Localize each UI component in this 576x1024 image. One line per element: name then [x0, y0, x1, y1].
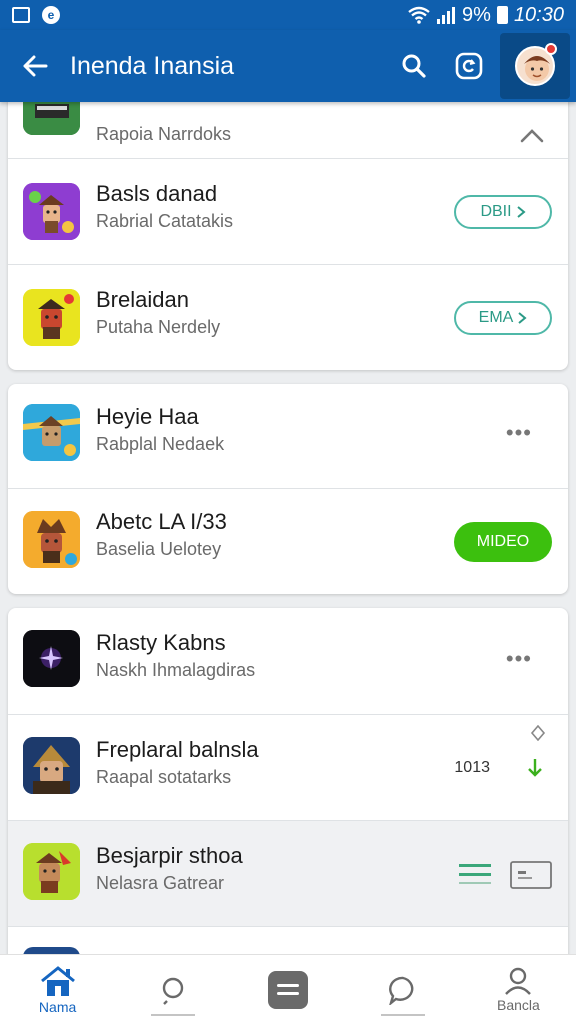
- list-item[interactable]: Besjarpir sthoa Nelasra Gatrear: [8, 820, 568, 926]
- app-icon: [23, 404, 80, 461]
- nav-item-search[interactable]: [115, 955, 230, 1024]
- app-name: Heyie Haa: [96, 404, 199, 429]
- app-name: Besjarpir sthoa: [96, 843, 243, 868]
- open-button[interactable]: EMA: [454, 301, 552, 335]
- list-item[interactable]: Basls danad Rabrial Catatakis DBII: [8, 158, 568, 264]
- nav-underline: [381, 1014, 426, 1016]
- app-icon: [23, 737, 80, 794]
- list-item[interactable]: Rlasty Kabns Naskh Ihmalagdiras •••: [8, 608, 568, 714]
- nav-item-profile[interactable]: Bancla: [461, 955, 576, 1024]
- chevron-right-icon: [518, 312, 527, 324]
- app-list: Rapoia Narrdoks Basls danad Rabrial Cata…: [0, 102, 576, 954]
- list-item[interactable]: Freplaral balnsla Raapal sotatarks 1013: [8, 714, 568, 820]
- app-subtitle: Baselia Uelotey: [96, 539, 222, 559]
- clock: 10:30: [513, 3, 564, 26]
- list-item[interactable]: Heyie Haa Rabplal Nedaek •••: [8, 384, 568, 490]
- nav-item-messages[interactable]: [346, 955, 461, 1024]
- open-button[interactable]: DBII: [454, 195, 552, 229]
- app-icon: [23, 630, 80, 687]
- back-button[interactable]: [0, 30, 70, 102]
- menu-icon: [268, 970, 308, 1009]
- app-group-card: Rlasty Kabns Naskh Ihmalagdiras ••• Frep…: [8, 608, 568, 954]
- nav-underline: [150, 1014, 195, 1016]
- battery-icon: [496, 6, 508, 24]
- app-icon: [23, 511, 80, 568]
- app-icon: [23, 947, 80, 954]
- page-title: Inenda Inansia: [70, 51, 235, 80]
- nav-label: Bancla: [497, 996, 540, 1013]
- nav-label: Nama: [38, 998, 77, 1015]
- app-subtitle: Rabrial Catatakis: [96, 211, 234, 231]
- profile-button[interactable]: [500, 33, 570, 99]
- app-name: Freplaral balnsla: [96, 737, 259, 762]
- arrow-left-icon: [23, 55, 48, 77]
- list-item[interactable]: Abetc LA I/33 Baselia Uelotey MIDEO: [8, 488, 568, 594]
- chevron-up-icon[interactable]: [518, 122, 546, 150]
- more-options-icon[interactable]: •••: [506, 420, 532, 446]
- download-size: 1013: [454, 759, 490, 776]
- video-button[interactable]: MIDEO: [454, 522, 552, 562]
- tablet-icon[interactable]: [510, 861, 552, 889]
- status-bar: e 9% 10:30: [0, 0, 576, 30]
- home-icon: [40, 965, 75, 996]
- chat-icon: [389, 976, 414, 1005]
- app-icon: [23, 183, 80, 240]
- app-icon: [23, 289, 80, 346]
- app-name: Brelaidan: [96, 287, 189, 312]
- app-icon: [23, 102, 80, 135]
- app-subtitle: Raapal sotatarks: [96, 767, 232, 787]
- battery-percent: 9%: [462, 3, 491, 26]
- list-item[interactable]: Rapoia Narrdoks: [8, 102, 568, 158]
- refresh-button[interactable]: [441, 30, 496, 102]
- app-subtitle: Rapoia Narrdoks: [96, 124, 232, 144]
- list-item[interactable]: [8, 926, 568, 954]
- search-button[interactable]: [386, 30, 441, 102]
- app-group-card: Heyie Haa Rabplal Nedaek ••• Abetc LA I/…: [8, 384, 568, 594]
- signal-icon: [437, 7, 456, 24]
- button-label: DBII: [480, 203, 512, 220]
- chevron-right-icon: [516, 206, 526, 218]
- button-label: MIDEO: [476, 533, 530, 550]
- person-icon: [505, 967, 532, 995]
- download-icon[interactable]: [526, 757, 544, 779]
- queue-list-icon[interactable]: [458, 861, 492, 887]
- app-name: Rlasty Kabns: [96, 630, 226, 655]
- app-subtitle: Nelasra Gatrear: [96, 873, 225, 893]
- more-options-icon[interactable]: •••: [506, 646, 532, 672]
- wifi-icon: [408, 6, 430, 24]
- app-notification-icon: e: [42, 6, 60, 24]
- app-subtitle: Putaha Nerdely: [96, 317, 221, 337]
- button-label: EMA: [478, 309, 514, 326]
- refresh-icon: [455, 52, 482, 80]
- app-name: Abetc LA I/33: [96, 509, 227, 534]
- app-bar: Inenda Inansia: [0, 30, 576, 102]
- nav-item-library[interactable]: [230, 955, 345, 1024]
- app-subtitle: Naskh Ihmalagdiras: [96, 660, 256, 680]
- info-icon: [530, 725, 546, 741]
- bottom-navigation: Nama Bancla: [0, 954, 576, 1024]
- nav-item-home[interactable]: Nama: [0, 955, 115, 1024]
- app-group-card: Rapoia Narrdoks Basls danad Rabrial Cata…: [8, 102, 568, 370]
- app-name: Basls danad: [96, 181, 218, 206]
- search-icon: [402, 54, 426, 78]
- app-subtitle: Rabplal Nedaek: [96, 434, 225, 454]
- app-icon: [23, 843, 80, 900]
- gallery-icon: [12, 7, 30, 23]
- list-item[interactable]: Brelaidan Putaha Nerdely EMA: [8, 264, 568, 370]
- notification-badge: [545, 43, 557, 55]
- search-icon: [162, 977, 183, 1005]
